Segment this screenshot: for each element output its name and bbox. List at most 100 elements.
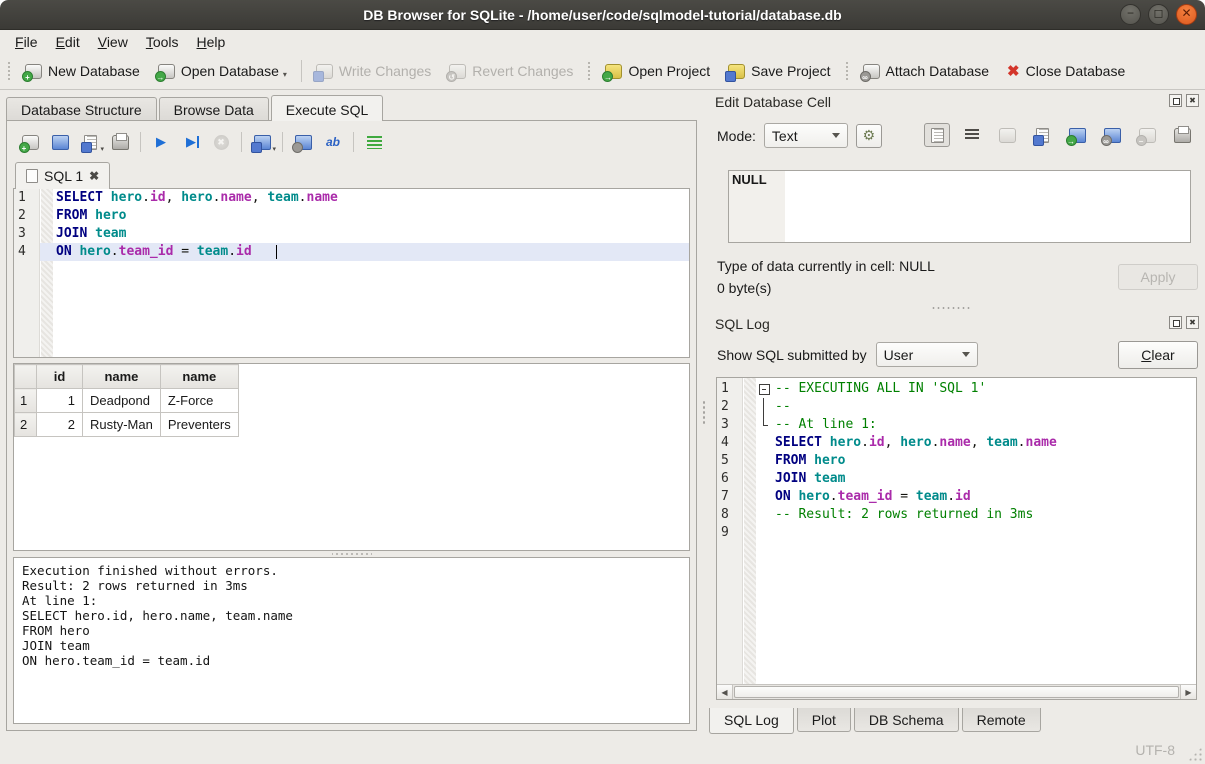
write-changes-button: Write Changes (307, 58, 440, 84)
cell-editor-area[interactable] (785, 171, 1190, 242)
clear-log-button[interactable]: Clear (1118, 341, 1198, 369)
open-database-button[interactable]: → Open Database ▾ (149, 58, 296, 84)
export-dropdown-icon[interactable]: ▾ (272, 145, 276, 153)
new-sql-tab-button[interactable]: + (17, 130, 43, 154)
row-number[interactable]: 1 (15, 389, 37, 413)
copy-link-button[interactable]: ∞ (1099, 123, 1125, 147)
tab-browse-data[interactable]: Browse Data (159, 97, 269, 121)
close-database-button[interactable]: ✖ Close Database (998, 58, 1134, 84)
sql1-tab-close-icon[interactable]: ✖ (89, 169, 99, 183)
horizontal-scrollbar[interactable]: ◀ ▶ (717, 684, 1196, 699)
tab-plot[interactable]: Plot (797, 708, 851, 732)
save-sql-dropdown-icon[interactable]: ▾ (100, 145, 104, 153)
tab-remote[interactable]: Remote (962, 708, 1041, 732)
menu-view[interactable]: View (89, 32, 137, 52)
open-database-dropdown-icon[interactable]: ▾ (283, 70, 287, 79)
editor-line[interactable]: 3JOIN team (14, 225, 689, 243)
float-panel-icon[interactable] (1169, 94, 1182, 107)
scroll-right-icon[interactable]: ▶ (1180, 685, 1196, 699)
toolbar-drag-handle[interactable] (844, 61, 850, 81)
find-replace-button[interactable]: ab (320, 130, 346, 154)
minimize-button[interactable]: − (1120, 4, 1141, 25)
vertical-splitter[interactable] (700, 90, 707, 736)
sql-log-view[interactable]: 1-- EXECUTING ALL IN 'SQL 1' 2-- 3-- At … (716, 377, 1197, 700)
text-mode-button[interactable] (924, 123, 950, 147)
editor-line-current[interactable]: 4ON hero.team_id = team.id (14, 243, 689, 261)
row-number[interactable]: 2 (15, 413, 37, 437)
log-line: 7ON hero.team_id = team.id (717, 488, 1196, 506)
maximize-button[interactable]: ◻ (1148, 4, 1169, 25)
open-sql-file-button[interactable] (47, 130, 73, 154)
find-button[interactable] (290, 130, 316, 154)
table-row[interactable]: 1 1 Deadpond Z-Force (15, 389, 239, 413)
open-project-button[interactable]: → Open Project (596, 58, 719, 84)
attach-database-button[interactable]: ∞ Attach Database (854, 58, 999, 84)
corner-header[interactable] (15, 365, 37, 389)
mode-select[interactable]: Text (764, 123, 848, 148)
fold-collapse-icon[interactable] (756, 380, 772, 398)
execute-sql-button[interactable]: ▶ (148, 130, 174, 154)
cell-hero-name[interactable]: Deadpond (83, 389, 161, 413)
column-header-id[interactable]: id (37, 365, 83, 389)
menu-tools[interactable]: Tools (137, 32, 188, 52)
close-panel-icon[interactable]: ✖ (1186, 316, 1199, 329)
print-sql-button[interactable] (107, 130, 133, 154)
toolbar-drag-handle[interactable] (6, 61, 12, 81)
toolbar-drag-handle[interactable] (586, 61, 592, 81)
column-header-name2[interactable]: name (160, 365, 238, 389)
line-number: 9 (717, 524, 743, 542)
open-project-icon: → (605, 64, 622, 79)
resize-grip[interactable] (1188, 747, 1202, 761)
left-pane: Database Structure Browse Data Execute S… (0, 90, 700, 736)
export-cell-button[interactable] (1029, 123, 1055, 147)
export-results-button[interactable]: ▾ (249, 130, 275, 154)
scroll-left-icon[interactable]: ◀ (717, 685, 733, 699)
cell-team-name[interactable]: Z-Force (160, 389, 238, 413)
line-number: 1 (14, 189, 40, 207)
menu-help[interactable]: Help (188, 32, 235, 52)
save-project-button[interactable]: Save Project (719, 58, 839, 84)
execute-current-line-button[interactable]: ▶ (178, 130, 204, 154)
cell-type-text: Type of data currently in cell: NULL (717, 258, 935, 274)
close-button[interactable]: ✕ (1176, 4, 1197, 25)
dock-splitter-handle[interactable] (931, 306, 971, 311)
results-grid[interactable]: id name name 1 1 Deadpond Z-Force 2 (13, 363, 690, 551)
menu-file[interactable]: File (6, 32, 47, 52)
tab-db-schema[interactable]: DB Schema (854, 708, 959, 732)
scrollbar-thumb[interactable] (734, 686, 1179, 698)
revert-changes-icon: ↺ (449, 64, 466, 79)
tab-execute-sql[interactable]: Execute SQL (271, 95, 384, 121)
word-wrap-button[interactable] (959, 123, 985, 147)
editor-line[interactable]: 1SELECT hero.id, hero.name, team.name (14, 189, 689, 207)
title-bar[interactable]: DB Browser for SQLite - /home/user/code/… (0, 0, 1205, 30)
menu-edit[interactable]: Edit (47, 32, 89, 52)
format-sql-button[interactable] (361, 130, 387, 154)
tab-database-structure[interactable]: Database Structure (6, 97, 157, 121)
cell-team-name[interactable]: Preventers (160, 413, 238, 437)
editor-line[interactable]: 2FROM hero (14, 207, 689, 225)
print-cell-button[interactable] (1169, 123, 1195, 147)
close-panel-icon[interactable]: ✖ (1186, 94, 1199, 107)
new-database-label: New Database (48, 63, 140, 79)
cell-id[interactable]: 1 (37, 389, 83, 413)
sql1-tab[interactable]: SQL 1 ✖ (15, 162, 110, 189)
line-number: 3 (717, 416, 743, 434)
table-row[interactable]: 2 2 Rusty-Man Preventers (15, 413, 239, 437)
save-sql-file-button[interactable]: ▾ (77, 130, 103, 154)
write-changes-label: Write Changes (339, 63, 431, 79)
line-number: 5 (717, 452, 743, 470)
float-panel-icon[interactable] (1169, 316, 1182, 329)
new-database-button[interactable]: + New Database (16, 58, 149, 84)
cell-id[interactable]: 2 (37, 413, 83, 437)
code-text: -- EXECUTING ALL IN 'SQL 1' (772, 380, 1196, 398)
open-in-app-button[interactable]: → (1064, 123, 1090, 147)
cell-hero-name[interactable]: Rusty-Man (83, 413, 161, 437)
cell-value-editor[interactable]: NULL (728, 170, 1191, 243)
submitted-by-select[interactable]: User (876, 342, 978, 367)
tab-sql-log[interactable]: SQL Log (709, 708, 794, 734)
gear-icon: ⚙ (863, 127, 876, 144)
execution-message-box[interactable]: Execution finished without errors.Result… (13, 557, 690, 724)
column-header-name[interactable]: name (83, 365, 161, 389)
cell-settings-button[interactable]: ⚙ (856, 124, 882, 148)
sql-editor[interactable]: 1SELECT hero.id, hero.name, team.name 2F… (13, 188, 690, 358)
